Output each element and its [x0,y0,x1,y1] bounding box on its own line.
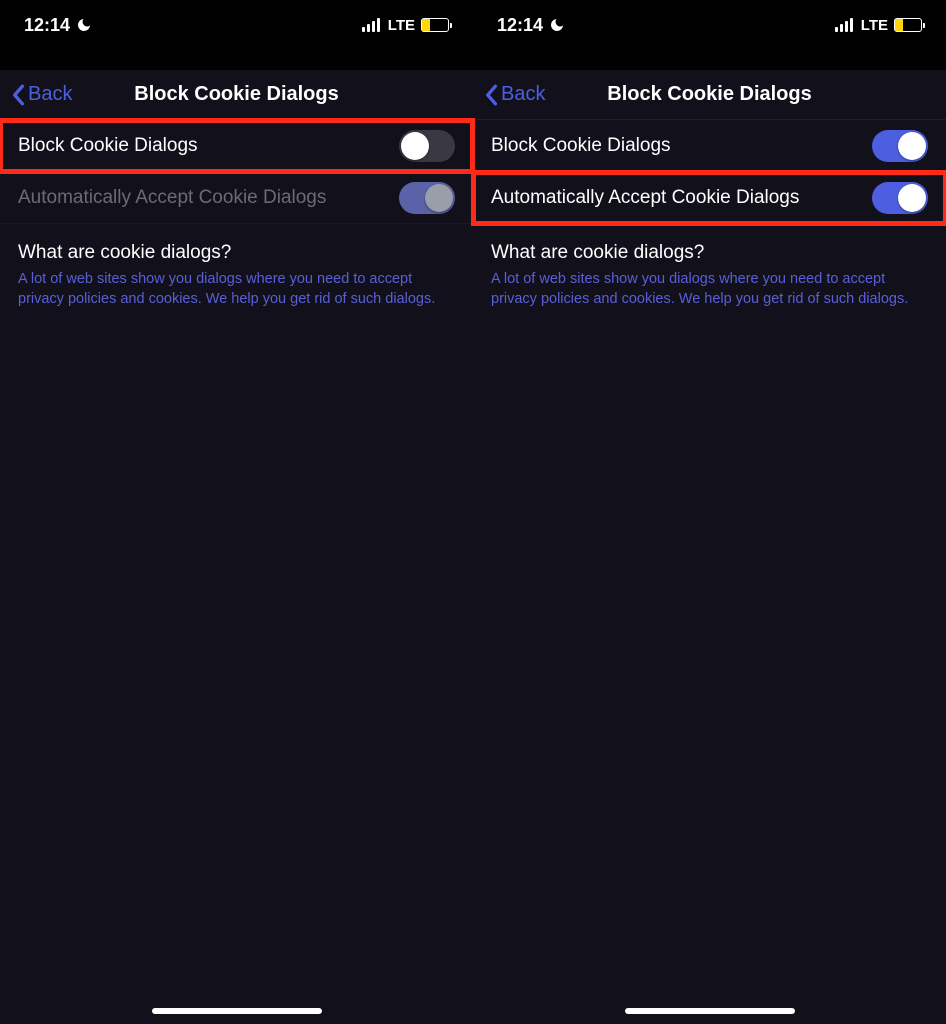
info-section: What are cookie dialogs? A lot of web si… [0,224,473,309]
status-bar: 12:14 LTE [0,0,473,50]
info-heading: What are cookie dialogs? [491,242,928,264]
screen-left: 12:14 LTE Back Block Cookie Dialogs [0,0,473,1024]
toggle-auto-accept[interactable] [872,182,928,214]
do-not-disturb-moon-icon [76,17,92,33]
cellular-signal-icon [362,18,382,32]
screen-right: 12:14 LTE Back Block Cookie Dialogs [473,0,946,1024]
row-block-cookie-dialogs[interactable]: Block Cookie Dialogs [0,120,473,172]
back-label: Back [28,83,72,106]
toggle-block-cookie-dialogs[interactable] [872,130,928,162]
network-label: LTE [388,17,415,34]
nav-bar: Back Block Cookie Dialogs [473,70,946,120]
cellular-signal-icon [835,18,855,32]
info-body: A lot of web sites show you dialogs wher… [18,270,455,309]
nav-bar: Back Block Cookie Dialogs [0,70,473,120]
back-label: Back [501,83,545,106]
home-indicator [625,1008,795,1014]
do-not-disturb-moon-icon [549,17,565,33]
back-button[interactable]: Back [473,83,545,106]
back-button[interactable]: Back [0,83,72,106]
home-indicator [152,1008,322,1014]
info-heading: What are cookie dialogs? [18,242,455,264]
toggle-block-cookie-dialogs[interactable] [399,130,455,162]
info-body: A lot of web sites show you dialogs wher… [491,270,928,309]
status-time: 12:14 [497,15,543,36]
row-label: Block Cookie Dialogs [491,135,671,157]
network-label: LTE [861,17,888,34]
row-label: Automatically Accept Cookie Dialogs [491,187,799,209]
sheet-gap [0,50,473,70]
sheet-gap [473,50,946,70]
battery-icon [894,18,922,32]
status-bar: 12:14 LTE [473,0,946,50]
row-label: Block Cookie Dialogs [18,135,198,157]
row-auto-accept[interactable]: Automatically Accept Cookie Dialogs [473,172,946,224]
chevron-left-icon [483,84,499,106]
row-label: Automatically Accept Cookie Dialogs [18,187,326,209]
row-block-cookie-dialogs[interactable]: Block Cookie Dialogs [473,120,946,172]
chevron-left-icon [10,84,26,106]
toggle-auto-accept [399,182,455,214]
row-auto-accept: Automatically Accept Cookie Dialogs [0,172,473,224]
status-time: 12:14 [24,15,70,36]
info-section: What are cookie dialogs? A lot of web si… [473,224,946,309]
battery-icon [421,18,449,32]
